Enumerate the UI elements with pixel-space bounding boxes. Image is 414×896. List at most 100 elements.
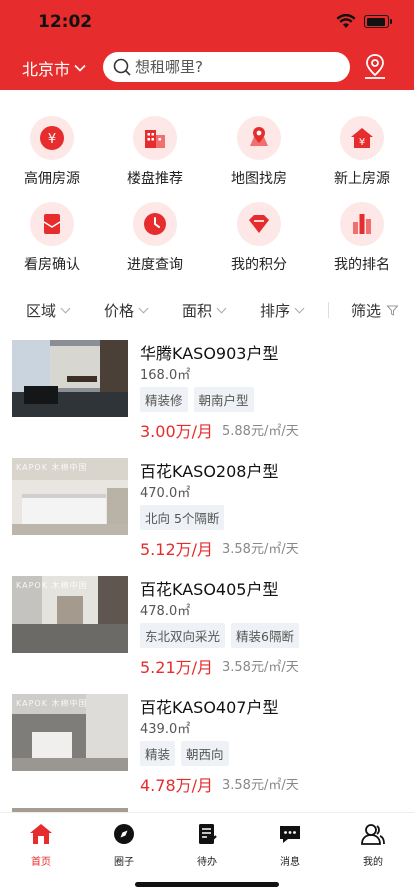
chevron-down-icon [216, 303, 227, 314]
listing-tags: 精装修 朝南户型 [140, 387, 254, 412]
tab-home[interactable]: 首页 [0, 821, 82, 868]
grid-item-progress-query[interactable]: 进度查询 [103, 202, 207, 274]
tab-circle[interactable]: 圈子 [83, 821, 165, 868]
brand-watermark: KAPOK 木棉中国 [16, 581, 88, 590]
grid-item-my-points[interactable]: 我的积分 [207, 202, 311, 274]
filter-label: 面积 [182, 302, 213, 320]
tab-label: 待办 [197, 857, 217, 868]
tab-label: 消息 [280, 857, 300, 868]
tab-label: 我的 [363, 857, 383, 868]
listing-item[interactable]: KAPOK 木棉中国 百花KASO208户型 470.0㎡ 北向 5个隔断 5.… [0, 458, 414, 576]
filter-bar: 区域 价格 面积 排序 筛选 [0, 290, 414, 328]
chevron-down-icon [294, 303, 305, 314]
listing-tags: 东北双向采光 精装6隔断 [140, 623, 299, 648]
grid-label: 楼盘推荐 [127, 171, 183, 187]
listing-title: 华腾KASO903户型 [140, 344, 279, 363]
listing-tag: 精装 [140, 741, 176, 766]
grid-label: 看房确认 [24, 257, 80, 273]
grid-item-building-recommend[interactable]: 楼盘推荐 [103, 116, 207, 188]
listing-tag: 朝西向 [181, 741, 229, 766]
tab-label: 首页 [31, 857, 51, 868]
grid-item-viewing-confirm[interactable]: 看房确认 [0, 202, 104, 274]
listing-area: 478.0㎡ [140, 604, 191, 619]
grid-item-my-ranking[interactable]: 我的排名 [310, 202, 414, 274]
listing-price: 5.12万/月 [140, 540, 214, 559]
grid-item-map-search[interactable]: 地图找房 [207, 116, 311, 188]
listing-title: 百花KASO405户型 [140, 580, 279, 599]
grid-label: 我的排名 [334, 257, 390, 273]
compass-icon [114, 824, 134, 844]
tab-mine[interactable]: 我的 [332, 821, 414, 868]
listing-tag: 朝南户型 [193, 387, 254, 412]
listing-tag: 精装6隔断 [231, 623, 299, 648]
grid-label: 新上房源 [334, 171, 390, 187]
listing-image [12, 340, 128, 417]
house-yuan-icon: ¥ [340, 116, 384, 160]
listing-price: 4.78万/月 [140, 776, 214, 795]
listing-tag: 精装修 [140, 387, 188, 412]
search-input[interactable] [135, 58, 335, 76]
filter-label: 排序 [260, 302, 291, 320]
listing-title: 百花KASO407户型 [140, 698, 279, 717]
listing-item[interactable]: KAPOK 木棉中国 百花KASO405户型 478.0㎡ 东北双向采光 精装6… [0, 576, 414, 694]
listing-tags: 精装 朝西向 [140, 741, 229, 766]
home-indicator [135, 882, 279, 887]
brand-watermark: KAPOK 木棉中国 [16, 699, 88, 708]
filter-region[interactable]: 区域 [26, 300, 71, 321]
filter-label: 价格 [104, 302, 135, 320]
grid-label: 我的积分 [231, 257, 287, 273]
filter-area[interactable]: 面积 [182, 300, 227, 321]
city-selector[interactable]: 北京市 [22, 56, 86, 80]
clock-icon [133, 202, 177, 246]
yuan-coin-icon: ¥ [30, 116, 74, 160]
bar-chart-icon [340, 202, 384, 246]
grid-label: 进度查询 [127, 257, 183, 273]
grid-item-new-listings[interactable]: ¥ 新上房源 [310, 116, 414, 188]
listing-unit-price: 5.88元/㎡/天 [222, 424, 299, 439]
listing-item[interactable]: KAPOK 木棉中国 百花KASO407户型 439.0㎡ 精装 朝西向 4.7… [0, 694, 414, 812]
listing-title: 百花KASO208户型 [140, 462, 279, 481]
wifi-icon [336, 14, 356, 28]
location-icon[interactable] [362, 53, 388, 81]
svg-text:¥: ¥ [48, 132, 56, 147]
status-time: 12:02 [38, 12, 93, 32]
chevron-down-icon [60, 303, 71, 314]
tab-messages[interactable]: 消息 [249, 821, 331, 868]
listing-unit-price: 3.58元/㎡/天 [222, 660, 299, 675]
envelope-icon [30, 202, 74, 246]
listing-tag: 北向 5个隔断 [140, 505, 225, 530]
diamond-icon [237, 202, 281, 246]
divider [328, 302, 329, 318]
filter-sort[interactable]: 排序 [260, 300, 305, 321]
listing-unit-price: 3.58元/㎡/天 [222, 778, 299, 793]
battery-icon [364, 15, 392, 28]
tab-todo[interactable]: 待办 [166, 821, 248, 868]
chevron-down-icon [74, 64, 86, 72]
chevron-down-icon [138, 303, 149, 314]
city-label: 北京市 [22, 60, 71, 79]
search-box[interactable] [103, 52, 350, 82]
status-bar: 12:02 [0, 0, 414, 44]
filter-price[interactable]: 价格 [104, 300, 149, 321]
search-icon [113, 58, 131, 76]
top-bar: 北京市 [0, 44, 414, 90]
listing-area: 168.0㎡ [140, 368, 191, 383]
filter-more[interactable]: 筛选 [351, 300, 399, 321]
tab-label: 圈子 [114, 857, 134, 868]
listing-price: 5.21万/月 [140, 658, 214, 677]
grid-label: 高佣房源 [24, 171, 80, 187]
listing-tags: 北向 5个隔断 [140, 505, 225, 530]
listing-area: 439.0㎡ [140, 722, 191, 737]
listing-item[interactable]: 华腾KASO903户型 168.0㎡ 精装修 朝南户型 3.00万/月 5.88… [0, 340, 414, 458]
listing-image: KAPOK 木棉中国 [12, 694, 128, 771]
filter-label: 区域 [26, 302, 57, 320]
svg-text:¥: ¥ [359, 137, 365, 148]
listing-price: 3.00万/月 [140, 422, 214, 441]
home-icon [30, 824, 52, 844]
buildings-icon [133, 116, 177, 160]
filter-label: 筛选 [351, 302, 382, 320]
listing-image: KAPOK 木棉中国 [12, 458, 128, 535]
brand-watermark: KAPOK 木棉中国 [16, 463, 88, 472]
grid-label: 地图找房 [231, 171, 287, 187]
grid-item-high-commission[interactable]: ¥ 高佣房源 [0, 116, 104, 188]
